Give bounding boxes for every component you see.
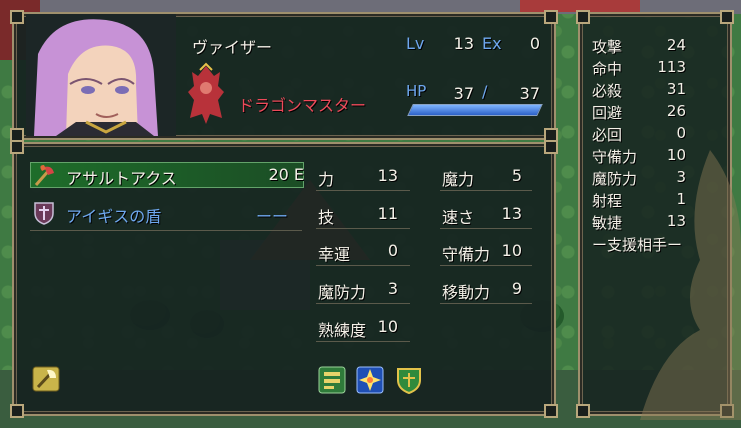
axe-icon bbox=[32, 163, 56, 187]
stat-label-mov: 移動力 bbox=[442, 283, 491, 302]
combat-value-res: 3 bbox=[676, 168, 686, 186]
stat-label-lck: 幸運 bbox=[318, 245, 351, 264]
level-value: 13 bbox=[453, 34, 474, 53]
stat-divider bbox=[316, 303, 410, 304]
combat-value-atk: 24 bbox=[666, 36, 686, 54]
stat-value-mag: 5 bbox=[511, 166, 522, 185]
stat-divider bbox=[316, 190, 410, 191]
stat-divider bbox=[440, 303, 532, 304]
stat-label-skl: 技 bbox=[318, 208, 335, 227]
stat-label-str: 力 bbox=[318, 170, 335, 189]
unit-name: ヴァイザー bbox=[192, 38, 273, 57]
dragon-class-icon bbox=[184, 62, 228, 126]
stat-value-str: 13 bbox=[377, 166, 398, 185]
unit-class: ドラゴンマスター bbox=[238, 96, 367, 115]
skill-book-icon[interactable] bbox=[318, 366, 346, 394]
stat-value-res: 3 bbox=[387, 279, 398, 298]
combat-label-def: 守備力 bbox=[592, 148, 638, 166]
combat-label-atk: 攻撃 bbox=[592, 38, 623, 56]
stat-divider bbox=[440, 228, 532, 229]
item-value-2: ーー bbox=[255, 207, 288, 226]
stat-value-mov: 9 bbox=[511, 279, 522, 298]
stat-value-skl: 11 bbox=[377, 204, 398, 223]
combat-label-res: 魔防力 bbox=[592, 170, 638, 188]
support-partner-label[interactable]: ー支援相手ー bbox=[592, 234, 682, 255]
stat-divider bbox=[316, 228, 410, 229]
stat-value-proficiency: 10 bbox=[377, 317, 398, 336]
stat-label-proficiency: 熟練度 bbox=[318, 321, 367, 340]
hp-bar bbox=[407, 104, 543, 116]
hp-separator: / bbox=[482, 82, 488, 101]
exp-value: 0 bbox=[529, 34, 540, 53]
combat-value-crit: 31 bbox=[666, 80, 686, 98]
stat-value-lck: 0 bbox=[387, 241, 398, 260]
hp-max: 37 bbox=[519, 84, 540, 103]
combat-label-agility: 敏捷 bbox=[592, 214, 623, 232]
hp-label: HP bbox=[406, 82, 427, 100]
combat-value-crit-avoid: 0 bbox=[676, 124, 686, 142]
stat-divider bbox=[440, 265, 532, 266]
stat-value-def: 10 bbox=[501, 241, 522, 260]
combat-label-crit: 必殺 bbox=[592, 82, 623, 100]
item-name-1: アサルトアクス bbox=[66, 169, 177, 188]
stat-label-res: 魔防力 bbox=[318, 283, 367, 302]
combat-label-crit-avoid: 必回 bbox=[592, 126, 623, 144]
combat-label-hit: 命中 bbox=[592, 60, 623, 78]
combat-value-agility: 13 bbox=[666, 212, 686, 230]
skill-burst-icon[interactable] bbox=[356, 366, 384, 394]
combat-label-range: 射程 bbox=[592, 192, 623, 210]
stat-divider bbox=[440, 190, 532, 191]
stat-value-spd: 13 bbox=[501, 204, 522, 223]
combat-label-avoid: 回避 bbox=[592, 104, 623, 122]
hp-current: 37 bbox=[453, 84, 474, 103]
item-row-divider bbox=[30, 230, 302, 231]
stat-label-def: 守備力 bbox=[442, 245, 491, 264]
level-label: Lv bbox=[406, 34, 425, 53]
skill-shield-icon[interactable] bbox=[396, 366, 422, 395]
combat-value-hit: 113 bbox=[657, 58, 686, 76]
combat-value-def: 10 bbox=[666, 146, 686, 164]
stat-label-spd: 速さ bbox=[442, 208, 475, 227]
stat-divider bbox=[316, 265, 410, 266]
exp-label: Ex bbox=[482, 34, 502, 53]
shield-icon bbox=[33, 201, 55, 225]
axe-rank-icon[interactable] bbox=[32, 366, 60, 392]
combat-value-avoid: 26 bbox=[666, 102, 686, 120]
item-name-2[interactable]: アイギスの盾 bbox=[66, 203, 161, 227]
item-value-1: 20 E bbox=[268, 165, 304, 184]
unit-portrait bbox=[26, 14, 176, 136]
stat-divider bbox=[316, 341, 410, 342]
combat-value-range: 1 bbox=[676, 190, 686, 208]
stat-label-mag: 魔力 bbox=[442, 170, 475, 189]
